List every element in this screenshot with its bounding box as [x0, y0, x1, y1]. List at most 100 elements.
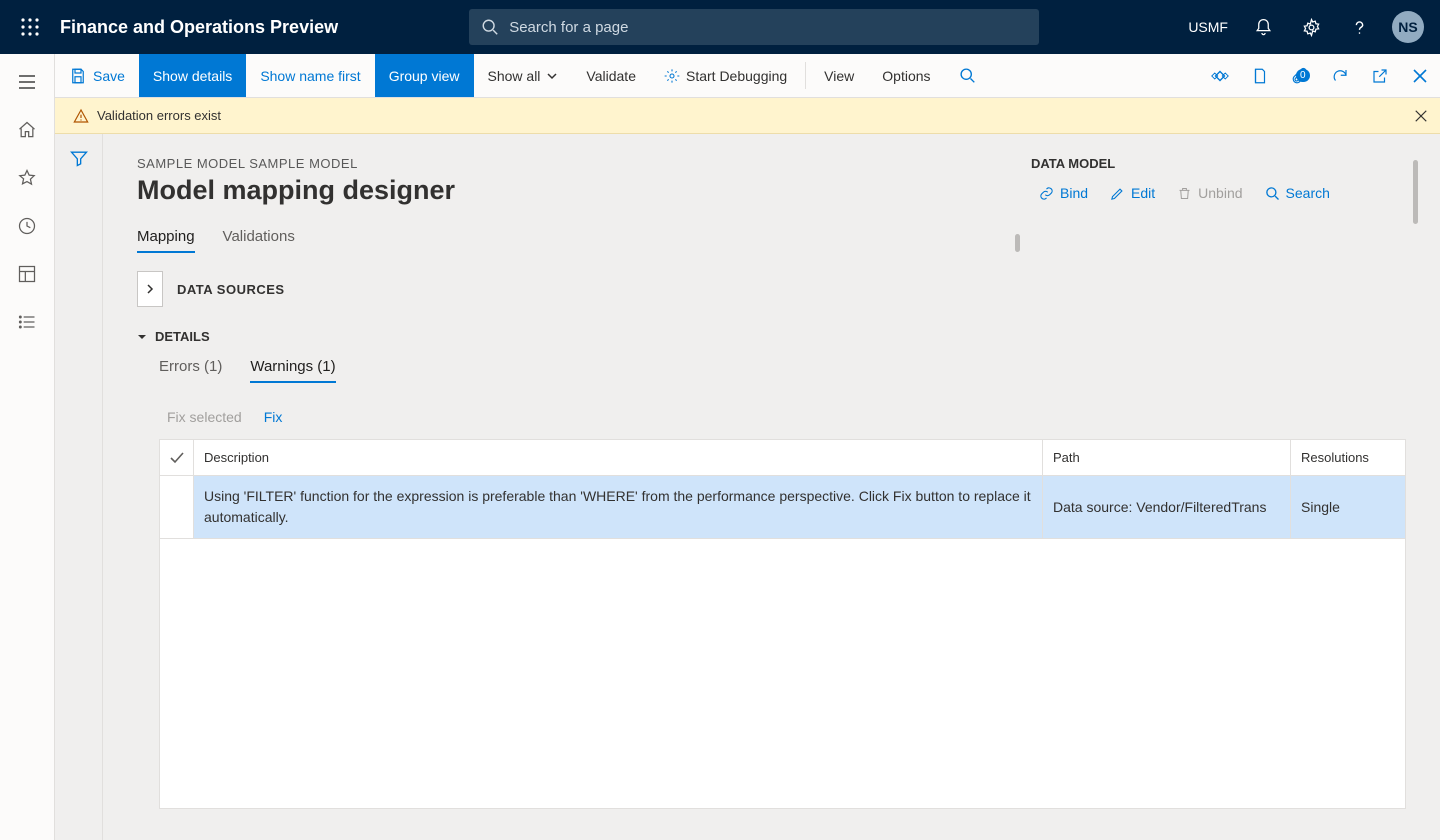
- page-content: SAMPLE MODEL SAMPLE MODEL Model mapping …: [103, 134, 1440, 840]
- tab-errors[interactable]: Errors (1): [159, 358, 222, 383]
- app-launcher-button[interactable]: [10, 18, 50, 36]
- bell-icon: [1254, 18, 1273, 37]
- diamond-icon: [1211, 67, 1229, 85]
- save-icon: [69, 67, 87, 85]
- chevron-down-icon: [546, 70, 558, 82]
- select-all-checkbox[interactable]: [160, 440, 194, 475]
- start-debugging-button[interactable]: Start Debugging: [650, 54, 801, 97]
- app-title: Finance and Operations Preview: [60, 17, 338, 38]
- command-bar: Save Show details Show name first Group …: [0, 54, 1440, 98]
- data-sources-expander[interactable]: [137, 271, 163, 307]
- related-info-button[interactable]: [1200, 67, 1240, 85]
- banner-close-button[interactable]: [1414, 109, 1428, 123]
- app-header: Finance and Operations Preview USMF NS: [0, 0, 1440, 54]
- hamburger-icon: [17, 72, 37, 92]
- validate-button[interactable]: Validate: [572, 54, 650, 97]
- pencil-icon: [1110, 186, 1125, 201]
- tab-warnings[interactable]: Warnings (1): [250, 358, 335, 383]
- settings-button[interactable]: [1290, 0, 1334, 54]
- fix-button[interactable]: Fix: [264, 409, 283, 425]
- nav-home[interactable]: [3, 110, 51, 150]
- search-icon: [959, 67, 976, 84]
- view-menu[interactable]: View: [810, 54, 868, 97]
- refresh-icon: [1331, 67, 1349, 85]
- nav-recent[interactable]: [3, 206, 51, 246]
- search-button[interactable]: Search: [1265, 185, 1330, 201]
- search-icon: [481, 18, 499, 36]
- caret-down-icon: [137, 332, 147, 342]
- chevron-right-icon: [145, 284, 155, 294]
- right-scroll-handle[interactable]: [1413, 160, 1418, 224]
- search-input[interactable]: [509, 19, 1027, 36]
- question-icon: [1350, 18, 1369, 37]
- gear-icon: [1302, 18, 1321, 37]
- cell-path: Data source: Vendor/FilteredTrans: [1043, 476, 1291, 538]
- filter-column: [55, 134, 103, 840]
- warnings-table: Description Path Resolutions Using 'FILT…: [159, 439, 1406, 809]
- page-search-button[interactable]: [945, 54, 990, 97]
- data-sources-label: DATA SOURCES: [177, 282, 285, 297]
- attachments-count: 0: [1296, 69, 1310, 82]
- nav-favorites[interactable]: [3, 158, 51, 198]
- attachments-button[interactable]: 0: [1280, 67, 1320, 85]
- popout-icon: [1371, 67, 1389, 85]
- table-row[interactable]: Using 'FILTER' function for the expressi…: [160, 476, 1405, 539]
- splitter-handle[interactable]: [1015, 234, 1020, 252]
- banner-text: Validation errors exist: [97, 108, 221, 123]
- help-button[interactable]: [1338, 0, 1382, 54]
- nav-modules[interactable]: [3, 302, 51, 342]
- save-button[interactable]: Save: [55, 54, 139, 97]
- data-model-title: DATA MODEL: [1031, 156, 1430, 171]
- check-icon: [169, 450, 185, 466]
- col-path[interactable]: Path: [1043, 440, 1291, 475]
- validation-warning-banner: Validation errors exist: [55, 98, 1440, 134]
- debug-icon: [664, 68, 680, 84]
- tab-validations[interactable]: Validations: [223, 228, 295, 253]
- bind-button[interactable]: Bind: [1039, 185, 1088, 201]
- refresh-button[interactable]: [1320, 67, 1360, 85]
- left-nav-rail: [0, 54, 55, 840]
- col-resolutions[interactable]: Resolutions: [1291, 440, 1405, 475]
- list-icon: [17, 312, 37, 332]
- global-search[interactable]: [469, 9, 1039, 45]
- cell-description: Using 'FILTER' function for the expressi…: [194, 476, 1043, 538]
- office-icon: [1251, 67, 1269, 85]
- clock-icon: [17, 216, 37, 236]
- show-all-dropdown[interactable]: Show all: [474, 54, 573, 97]
- main-area: SAMPLE MODEL SAMPLE MODEL Model mapping …: [55, 134, 1440, 840]
- close-icon: [1412, 68, 1428, 84]
- nav-hamburger[interactable]: [3, 62, 51, 102]
- search-icon: [1265, 186, 1280, 201]
- save-label: Save: [93, 68, 125, 84]
- cell-resolutions: Single: [1291, 476, 1405, 538]
- link-icon: [1039, 186, 1054, 201]
- home-icon: [17, 120, 37, 140]
- user-avatar[interactable]: NS: [1392, 11, 1424, 43]
- group-view-button[interactable]: Group view: [375, 54, 474, 97]
- data-model-panel: DATA MODEL Bind Edit Unbind Search: [1025, 156, 1430, 201]
- waffle-icon: [21, 18, 39, 36]
- filter-icon: [69, 148, 89, 168]
- trash-icon: [1177, 186, 1192, 201]
- row-checkbox[interactable]: [160, 476, 194, 538]
- popout-button[interactable]: [1360, 67, 1400, 85]
- open-office-button[interactable]: [1240, 67, 1280, 85]
- legal-entity[interactable]: USMF: [1178, 19, 1238, 35]
- close-icon: [1414, 109, 1428, 123]
- details-section-header[interactable]: DETAILS: [137, 329, 1412, 344]
- tab-mapping[interactable]: Mapping: [137, 228, 195, 253]
- col-description[interactable]: Description: [194, 440, 1043, 475]
- filter-button[interactable]: [69, 148, 89, 840]
- table-header: Description Path Resolutions: [160, 440, 1405, 476]
- notifications-button[interactable]: [1242, 0, 1286, 54]
- show-details-button[interactable]: Show details: [139, 54, 246, 97]
- workspace-icon: [17, 264, 37, 284]
- options-menu[interactable]: Options: [868, 54, 944, 97]
- warning-icon: [73, 108, 89, 124]
- fix-selected-button: Fix selected: [167, 409, 242, 425]
- edit-button[interactable]: Edit: [1110, 185, 1155, 201]
- close-button[interactable]: [1400, 68, 1440, 84]
- show-name-first-button[interactable]: Show name first: [246, 54, 374, 97]
- nav-workspaces[interactable]: [3, 254, 51, 294]
- unbind-button: Unbind: [1177, 185, 1242, 201]
